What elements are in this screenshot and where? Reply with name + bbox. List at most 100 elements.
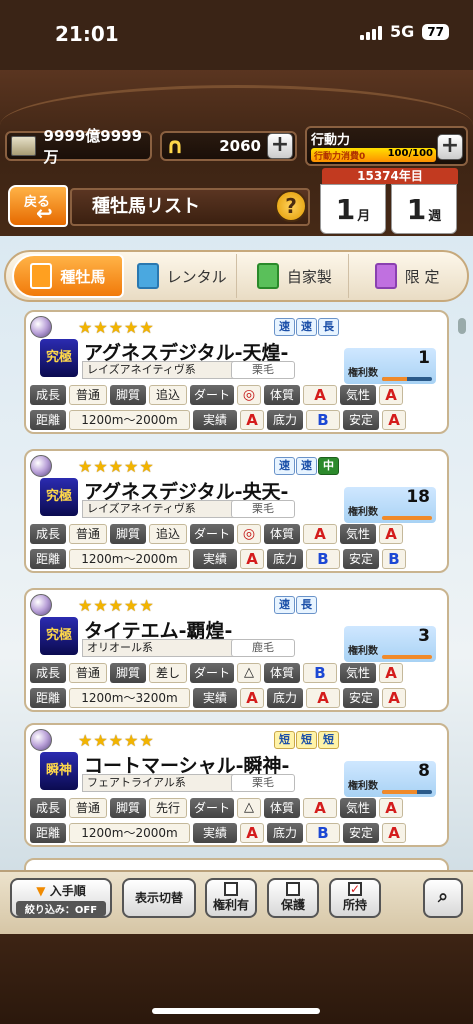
stamina-grade: B <box>306 549 340 569</box>
dirt-grade: △ <box>237 798 261 818</box>
stat-label: ダート <box>190 385 234 405</box>
calendar-year: 15374年目 <box>322 168 458 184</box>
aptitude-tags: 速速中 <box>274 457 339 475</box>
week-unit: 週 <box>428 208 442 224</box>
rights-count: 3 <box>418 626 430 646</box>
stat-row-2: 距離 1200m～2000m 実績 A 底力 B 安定 A <box>30 409 443 431</box>
stat-label: ダート <box>190 798 234 818</box>
stallion-card[interactable]: ★★★★★ 短短短 瞬神 コートマーシャル-瞬神- フェアトライアル系 栗毛 権… <box>24 723 449 847</box>
growth-value: 普通 <box>69 663 107 683</box>
my-icon <box>256 263 279 289</box>
rights-label: 権利数 <box>348 368 378 379</box>
rights-bar-fill <box>382 655 432 659</box>
stat-label: ダート <box>190 524 234 544</box>
horse-portrait-icon: 究極 <box>40 617 78 655</box>
rights-bar <box>382 516 432 520</box>
status-time: 21:01 <box>55 22 119 46</box>
gem-icon <box>30 455 52 477</box>
category-tabs: 種牡馬 レンタル 自家製 限 定 <box>4 250 469 302</box>
stat-row-2: 距離 1200m～2000m 実績 A 底力 B 安定 B <box>30 548 443 570</box>
stallion-card[interactable]: ★★★★★ 速速中 究極 アグネスデジタル-央天- レイズアネイティヴ系 栗毛 … <box>24 449 449 573</box>
tab-limited[interactable]: 限 定 <box>353 254 461 298</box>
distance-value: 1200m～2000m <box>69 410 190 430</box>
checkbox-icon <box>224 882 238 896</box>
month-unit: 月 <box>357 208 371 224</box>
rights-count: 18 <box>406 487 430 507</box>
stat-row-1: 成長 普通 脚質 先行 ダート △ 体質 A 気性 A <box>30 797 443 819</box>
stat-row-1: 成長 普通 脚質 追込 ダート ◎ 体質 A 気性 A <box>30 384 443 406</box>
rent-icon <box>136 263 159 289</box>
stallion-card-partial[interactable] <box>24 858 449 870</box>
checkbox-icon <box>286 882 300 896</box>
stability-grade: A <box>382 688 406 708</box>
display-label: 表示切替 <box>134 891 183 905</box>
search-button[interactable]: ⌕ <box>423 878 463 918</box>
add-horseshoe-button[interactable]: + <box>267 133 293 159</box>
stat-label: 実績 <box>193 410 237 430</box>
growth-value: 普通 <box>69 524 107 544</box>
add-action-button[interactable]: + <box>437 134 463 160</box>
stat-label: 安定 <box>343 823 379 843</box>
back-button[interactable]: 戻る ↩ <box>8 185 68 227</box>
distance-value: 1200m～2000m <box>69 823 190 843</box>
stat-label: 成長 <box>30 663 66 683</box>
month-number: 1 <box>335 192 356 226</box>
action-sub-label: 行動力消費0 <box>314 152 366 162</box>
help-button[interactable]: ? <box>275 190 307 222</box>
rights-label: 権利数 <box>348 507 378 518</box>
money-display: 9999億9999万 <box>5 127 152 166</box>
calendar-week: 1 週 <box>391 184 457 234</box>
aptitude-tag: 長 <box>296 596 317 614</box>
network-type: 5G <box>390 22 415 41</box>
rights-bar-fill <box>382 377 407 381</box>
horse-coat: 栗毛 <box>231 361 295 379</box>
rights-bar-fill <box>382 790 417 794</box>
tab-label: 自家製 <box>286 267 332 286</box>
protect-filter-checkbox[interactable]: 保護 <box>267 878 319 918</box>
body-grade: A <box>303 798 337 818</box>
aptitude-tags: 速長 <box>274 596 317 614</box>
owned-filter-checkbox[interactable]: ✓ 所持 <box>329 878 381 918</box>
protect-filter-label: 保護 <box>280 898 305 912</box>
body-grade: B <box>303 663 337 683</box>
stat-label: 体質 <box>264 798 300 818</box>
distance-value: 1200m～2000m <box>69 549 190 569</box>
display-toggle-button[interactable]: 表示切替 <box>122 878 196 918</box>
sort-filter-button[interactable]: ▼ 入手順 絞り込み：OFF <box>10 878 112 918</box>
temper-grade: A <box>379 524 403 544</box>
stamina-grade: B <box>306 823 340 843</box>
sort-down-icon: ▼ <box>36 884 46 898</box>
page-title: 種牡馬リスト <box>70 188 310 226</box>
aptitude-tag: 速 <box>296 457 317 475</box>
horse-portrait-icon: 究極 <box>40 478 78 516</box>
rights-filter-checkbox[interactable]: 権利有 <box>205 878 257 918</box>
rights-count: 8 <box>418 761 430 781</box>
stat-label: 成長 <box>30 385 66 405</box>
gem-icon <box>30 594 52 616</box>
growth-value: 普通 <box>69 798 107 818</box>
tab-label: 種牡馬 <box>60 267 106 286</box>
record-grade: A <box>240 410 264 430</box>
stallion-card[interactable]: ★★★★★ 速長 究極 タイテエム-覇煌- オリオール系 鹿毛 権利数 3 成長… <box>24 588 449 712</box>
tab-homemade[interactable]: 自家製 <box>241 254 350 298</box>
aptitude-tag: 速 <box>274 457 295 475</box>
record-grade: A <box>240 549 264 569</box>
aptitude-tag: 短 <box>274 731 295 749</box>
body-grade: A <box>303 385 337 405</box>
body-grade: A <box>303 524 337 544</box>
rarity-stars: ★★★★★ <box>78 596 155 615</box>
stat-label: 体質 <box>264 385 300 405</box>
calendar-month: 1 月 <box>320 184 386 234</box>
stallion-card[interactable]: ★★★★★ 速速長 究極 アグネスデジタル-天煌- レイズアネイティヴ系 栗毛 … <box>24 310 449 434</box>
dirt-grade: △ <box>237 663 261 683</box>
leg-value: 追込 <box>149 524 187 544</box>
tab-stallion[interactable]: 種牡馬 <box>12 254 124 298</box>
checked-checkbox-icon: ✓ <box>348 882 362 896</box>
stat-label: ダート <box>190 663 234 683</box>
dirt-grade: ◎ <box>237 385 261 405</box>
record-grade: A <box>240 688 264 708</box>
aptitude-tag: 中 <box>318 457 339 475</box>
tab-rental[interactable]: レンタル <box>128 254 237 298</box>
scrollbar[interactable] <box>458 318 466 334</box>
stat-label: 底力 <box>267 823 303 843</box>
